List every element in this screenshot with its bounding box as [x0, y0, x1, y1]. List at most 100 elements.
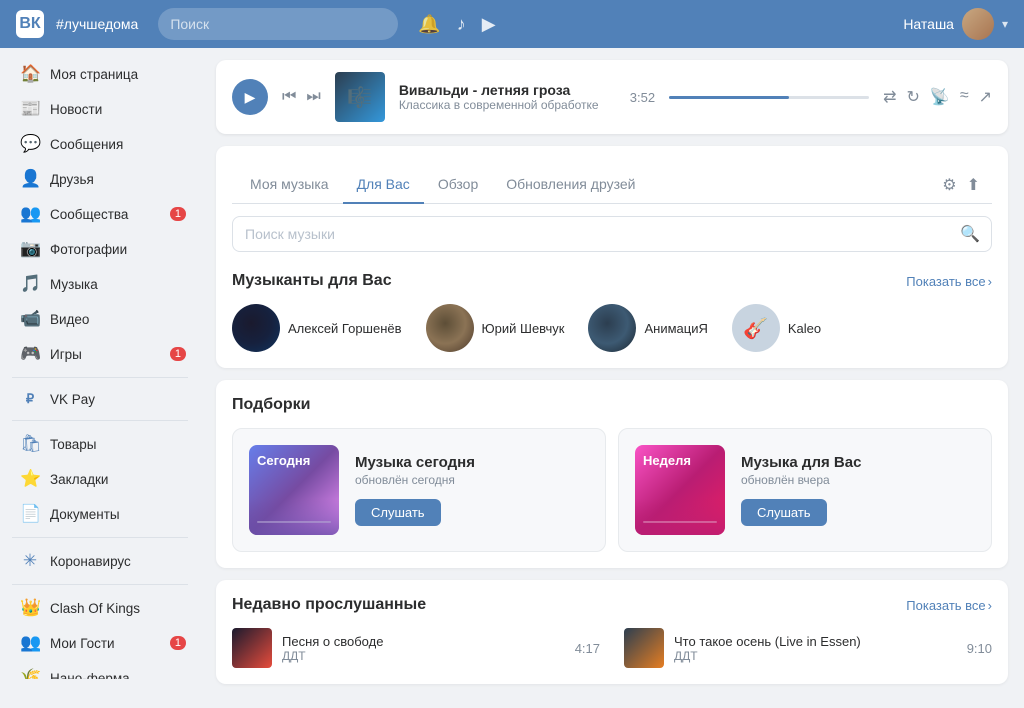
news-icon: 📰	[20, 99, 40, 119]
collection-name-1: Музыка для Вас	[741, 454, 975, 471]
sidebar-label-games: Игры	[50, 347, 82, 362]
artists-title: Музыканты для Вас	[232, 272, 392, 290]
track-artist-1: ДДТ	[674, 649, 957, 663]
sidebar-label-bookmarks: Закладки	[50, 472, 108, 487]
filter-icon[interactable]: ⚙	[942, 175, 956, 195]
artist-avatar-0	[232, 304, 280, 352]
chevron-right-icon-2: ›	[988, 598, 992, 613]
communities-badge: 1	[170, 207, 186, 221]
sidebar-label-video: Видео	[50, 312, 89, 327]
shuffle-icon[interactable]: ⇄	[883, 87, 896, 107]
sidebar-divider-4	[12, 584, 188, 585]
sidebar-item-nano[interactable]: 🌾 Нано-ферма	[4, 661, 196, 679]
prev-track-button[interactable]: ⏮	[282, 88, 296, 106]
header-search-input[interactable]	[158, 8, 398, 40]
communities-icon: 👥	[20, 204, 40, 224]
equalizer-icon[interactable]: ≈	[960, 87, 969, 107]
search-icon: 🔍	[960, 224, 980, 244]
artists-show-all[interactable]: Показать все ›	[906, 274, 992, 289]
sidebar-item-guests[interactable]: 👥 Мои Гости 1	[4, 626, 196, 660]
artists-section-header: Музыканты для Вас Показать все ›	[232, 272, 992, 290]
player-controls: ⏮ ⏭	[282, 88, 321, 106]
sidebar-label-clash: Clash Of Kings	[50, 601, 140, 616]
sidebar-item-vkpay[interactable]: ₽ VK Pay	[4, 384, 196, 414]
recent-show-all[interactable]: Показать все ›	[906, 598, 992, 613]
sidebar-item-messages[interactable]: 💬 Сообщения	[4, 127, 196, 161]
sidebar-item-games[interactable]: 🎮 Игры 1	[4, 337, 196, 371]
collection-badge-week: Неделя	[643, 453, 691, 468]
collection-cover-line-week	[643, 521, 717, 523]
sidebar-item-photos[interactable]: 📷 Фотографии	[4, 232, 196, 266]
artist-item-3[interactable]: 🎸 Kaleo	[732, 304, 821, 352]
play-icon[interactable]: ▶	[482, 14, 496, 35]
artist-item-0[interactable]: Алексей Горшенёв	[232, 304, 402, 352]
share-icon[interactable]: ↗	[979, 87, 992, 107]
tab-friends-updates[interactable]: Обновления друзей	[492, 166, 649, 204]
sidebar-divider-2	[12, 420, 188, 421]
sidebar-item-goods[interactable]: 🛍 Товары	[4, 427, 196, 461]
recent-tracks-row: Песня о свободе ДДТ 4:17 Что такое осень…	[232, 628, 992, 668]
collection-updated-0: обновлён сегодня	[355, 473, 589, 487]
next-track-button[interactable]: ⏭	[306, 88, 320, 106]
sidebar: 🏠 Моя страница 📰 Новости 💬 Сообщения 👤 Д…	[0, 48, 200, 679]
sidebar-label-my-page: Моя страница	[50, 67, 138, 82]
track-item-0[interactable]: Песня о свободе ДДТ 4:17	[232, 628, 600, 668]
sidebar-item-corona[interactable]: ✳ Коронавирус	[4, 544, 196, 578]
artist-item-2[interactable]: АнимациЯ	[588, 304, 707, 352]
track-artist-0: ДДТ	[282, 649, 565, 663]
player-progress-fill	[669, 96, 789, 99]
music-search-wrapper: 🔍	[232, 216, 992, 252]
listen-button-1[interactable]: Слушать	[741, 499, 827, 526]
collection-cover-line	[257, 521, 331, 523]
collection-badge-today: Сегодня	[257, 453, 310, 468]
music-content-card: Моя музыка Для Вас Обзор Обновления друз…	[216, 146, 1008, 368]
track-info-0: Песня о свободе ДДТ	[282, 634, 565, 663]
listen-button-0[interactable]: Слушать	[355, 499, 441, 526]
sidebar-divider-3	[12, 537, 188, 538]
music-note-icon[interactable]: ♪	[457, 14, 466, 35]
sidebar-item-docs[interactable]: 📄 Документы	[4, 497, 196, 531]
sidebar-item-music[interactable]: 🎵 Музыка	[4, 267, 196, 301]
games-badge: 1	[170, 347, 186, 361]
artist-name-0: Алексей Горшенёв	[288, 321, 402, 336]
sidebar-label-messages: Сообщения	[50, 137, 123, 152]
play-pause-button[interactable]: ▶	[232, 79, 268, 115]
sidebar-item-video[interactable]: 📹 Видео	[4, 302, 196, 336]
sidebar-item-clash[interactable]: 👑 Clash Of Kings	[4, 591, 196, 625]
tab-my-music[interactable]: Моя музыка	[236, 166, 343, 204]
sidebar-item-communities[interactable]: 👥 Сообщества 1	[4, 197, 196, 231]
radio-icon[interactable]: 📡	[930, 87, 950, 107]
sidebar-label-guests: Мои Гости	[50, 636, 115, 651]
artist-name-3: Kaleo	[788, 321, 821, 336]
user-menu[interactable]: Наташа ▾	[903, 8, 1008, 40]
user-name: Наташа	[903, 16, 954, 32]
music-player: ▶ ⏮ ⏭ 🎼 Вивальди - летняя гроза Классика…	[216, 60, 1008, 134]
sidebar-item-friends[interactable]: 👤 Друзья	[4, 162, 196, 196]
upload-icon[interactable]: ⬆	[967, 175, 980, 195]
tab-for-you[interactable]: Для Вас	[343, 166, 424, 204]
sidebar-item-bookmarks[interactable]: ⭐ Закладки	[4, 462, 196, 496]
chevron-right-icon: ›	[988, 274, 992, 289]
player-progress-bar[interactable]	[669, 96, 869, 99]
messages-icon: 💬	[20, 134, 40, 154]
sidebar-divider-1	[12, 377, 188, 378]
sidebar-label-friends: Друзья	[50, 172, 94, 187]
track-item-1[interactable]: Что такое осень (Live in Essen) ДДТ 9:10	[624, 628, 992, 668]
player-track-info: Вивальди - летняя гроза Классика в совре…	[399, 82, 616, 112]
sidebar-item-my-page[interactable]: 🏠 Моя страница	[4, 57, 196, 91]
bell-icon[interactable]: 🔔	[418, 14, 440, 35]
sidebar-item-news[interactable]: 📰 Новости	[4, 92, 196, 126]
sidebar-label-news: Новости	[50, 102, 102, 117]
collection-name-0: Музыка сегодня	[355, 454, 589, 471]
tab-overview[interactable]: Обзор	[424, 166, 492, 204]
goods-icon: 🛍	[20, 434, 40, 454]
artists-row: Алексей Горшенёв Юрий Шевчук АнимациЯ 🎸 …	[232, 304, 992, 352]
artist-item-1[interactable]: Юрий Шевчук	[426, 304, 565, 352]
sidebar-label-nano: Нано-ферма	[50, 671, 130, 680]
games-icon: 🎮	[20, 344, 40, 364]
vk-logo[interactable]: ВК	[16, 10, 44, 38]
bookmarks-icon: ⭐	[20, 469, 40, 489]
music-tabs: Моя музыка Для Вас Обзор Обновления друз…	[232, 162, 992, 204]
music-search-input[interactable]	[232, 216, 992, 252]
repeat-icon[interactable]: ↻	[906, 87, 919, 107]
